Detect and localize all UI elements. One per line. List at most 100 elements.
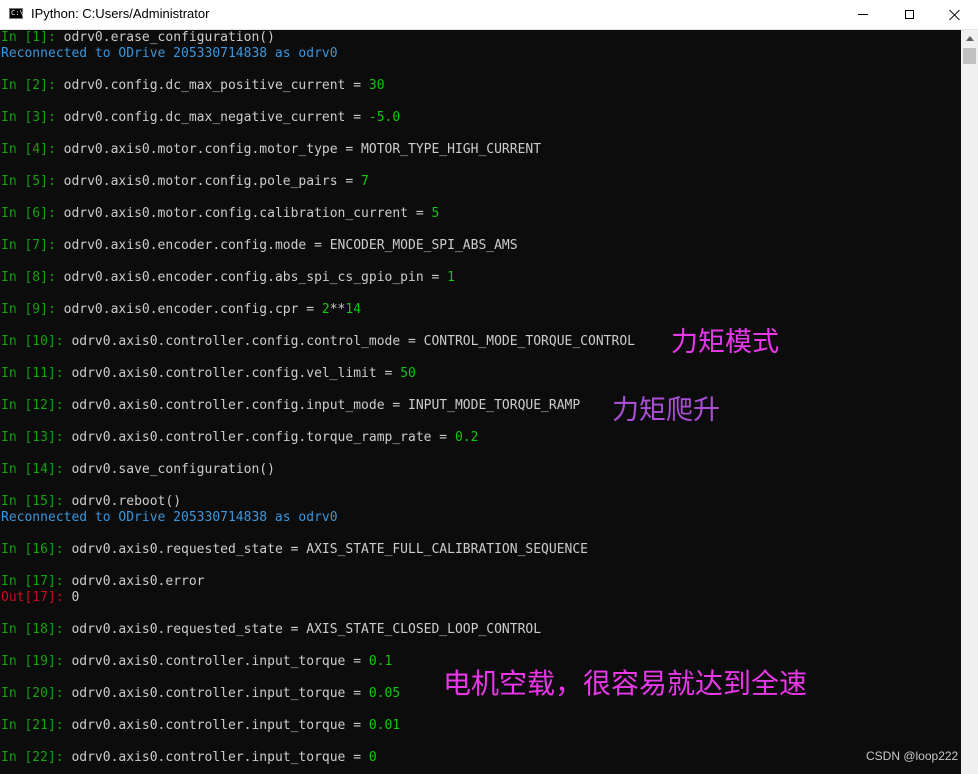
console-line: In [8]: odrv0.axis0.encoder.config.abs_s… <box>1 270 455 286</box>
value-literal: -5.0 <box>368 110 401 125</box>
console-line: In [5]: odrv0.axis0.motor.config.pole_pa… <box>1 174 369 190</box>
code-text: odrv0.save_configuration() <box>71 462 275 477</box>
value-literal: 0 <box>368 750 377 765</box>
input-prompt: In [19]: <box>1 654 72 669</box>
minimize-button[interactable] <box>840 0 886 29</box>
terminal-icon: C:\ <box>9 8 24 19</box>
input-prompt: In [10]: <box>1 334 72 349</box>
annotation-no-load: 电机空载，很容易就达到全速 <box>443 667 808 700</box>
output-value: 0 <box>71 590 80 605</box>
code-text: odrv0.config.dc_max_negative_current = <box>63 110 369 125</box>
maximize-button[interactable] <box>886 0 932 29</box>
console-line: In [20]: odrv0.axis0.controller.input_to… <box>1 686 400 702</box>
input-prompt: In [14]: <box>1 462 72 477</box>
reconnect-message: Reconnected to ODrive 205330714838 as od… <box>1 510 338 525</box>
input-prompt: In [2]: <box>1 78 64 93</box>
code-text: odrv0.axis0.controller.config.torque_ram… <box>71 430 455 445</box>
value-literal: 0.05 <box>368 686 401 701</box>
console-line: In [19]: odrv0.axis0.controller.input_to… <box>1 654 392 670</box>
value-literal: 2 <box>321 302 330 317</box>
watermark: CSDN @loop222 <box>866 749 959 763</box>
input-prompt: In [6]: <box>1 206 64 221</box>
maximize-icon <box>904 10 914 19</box>
value-literal: 7 <box>361 174 369 189</box>
console-line: In [2]: odrv0.config.dc_max_positive_cur… <box>1 78 385 94</box>
value-literal: 50 <box>400 366 416 381</box>
value-literal: 30 <box>368 78 385 93</box>
code-text: odrv0.axis0.controller.config.input_mode… <box>71 398 581 413</box>
console-line: In [17]: odrv0.axis0.error <box>1 574 205 590</box>
reconnect-message: Reconnected to ODrive 205330714838 as od… <box>1 46 338 61</box>
code-text: odrv0.axis0.requested_state = AXIS_STATE… <box>71 542 589 557</box>
console-line: In [14]: odrv0.save_configuration() <box>1 462 275 478</box>
code-text: odrv0.axis0.motor.config.motor_type = MO… <box>63 142 542 157</box>
close-icon <box>949 9 961 21</box>
value-literal: 5 <box>431 206 440 221</box>
code-text: odrv0.axis0.motor.config.calibration_cur… <box>63 206 432 221</box>
input-prompt: In [1]: <box>1 30 64 45</box>
code-text: odrv0.axis0.encoder.config.cpr = <box>63 302 322 317</box>
input-prompt: In [4]: <box>1 142 64 157</box>
code-text: odrv0.axis0.controller.input_torque = <box>71 686 369 701</box>
code-text: odrv0.axis0.encoder.config.mode = ENCODE… <box>63 238 518 253</box>
input-prompt: In [13]: <box>1 430 72 445</box>
code-text: odrv0.axis0.controller.config.control_mo… <box>71 334 635 349</box>
value-literal: 14 <box>345 302 362 317</box>
console-line: In [1]: odrv0.erase_configuration() <box>1 30 275 46</box>
console-line: In [21]: odrv0.axis0.controller.input_to… <box>1 718 400 734</box>
console-line: In [4]: odrv0.axis0.motor.config.motor_t… <box>1 142 541 158</box>
window-title: IPython: C:Users/Administrator <box>31 6 210 21</box>
input-prompt: In [11]: <box>1 366 72 381</box>
code-text: odrv0.axis0.requested_state = AXIS_STATE… <box>71 622 542 637</box>
console-line: In [10]: odrv0.axis0.controller.config.c… <box>1 334 635 350</box>
console-line: In [6]: odrv0.axis0.motor.config.calibra… <box>1 206 439 222</box>
input-prompt: In [17]: <box>1 574 72 589</box>
input-prompt: In [3]: <box>1 110 64 125</box>
code-text: odrv0.axis0.controller.input_torque = <box>71 750 369 765</box>
power-operator: ** <box>329 302 346 317</box>
scroll-thumb[interactable] <box>963 48 976 64</box>
code-text: odrv0.axis0.motor.config.pole_pairs = <box>63 174 362 189</box>
input-prompt: In [16]: <box>1 542 72 557</box>
console-line: In [12]: odrv0.axis0.controller.config.i… <box>1 398 580 414</box>
minimize-icon <box>858 14 868 15</box>
output-prompt: Out[17]: <box>1 590 72 605</box>
input-prompt: In [22]: <box>1 750 72 765</box>
console-line: In [11]: odrv0.axis0.controller.config.v… <box>1 366 416 382</box>
console-line: In [7]: odrv0.axis0.encoder.config.mode … <box>1 238 518 254</box>
console-line: In [3]: odrv0.config.dc_max_negative_cur… <box>1 110 400 126</box>
title-bar: C:\ IPython: C:Users/Administrator <box>0 0 978 30</box>
code-text: odrv0.axis0.controller.input_torque = <box>71 654 369 669</box>
value-literal: 0.2 <box>454 430 479 445</box>
console-line: In [16]: odrv0.axis0.requested_state = A… <box>1 542 588 558</box>
input-prompt: In [21]: <box>1 718 72 733</box>
input-prompt: In [20]: <box>1 686 72 701</box>
input-prompt: In [9]: <box>1 302 64 317</box>
code-text: odrv0.reboot() <box>71 494 182 509</box>
console-line: In [18]: odrv0.axis0.requested_state = A… <box>1 622 541 638</box>
console-line: In [9]: odrv0.axis0.encoder.config.cpr =… <box>1 302 361 318</box>
input-prompt: In [8]: <box>1 270 64 285</box>
code-text: odrv0.config.dc_max_positive_current = <box>63 78 369 93</box>
input-prompt: In [7]: <box>1 238 64 253</box>
console-line: In [15]: odrv0.reboot() <box>1 494 181 510</box>
code-text: odrv0.erase_configuration() <box>63 30 275 45</box>
console-line: In [13]: odrv0.axis0.controller.config.t… <box>1 430 478 446</box>
annotation-torque-ramp: 力矩爬升 <box>612 395 720 426</box>
value-literal: 1 <box>447 270 455 285</box>
code-text: odrv0.axis0.encoder.config.abs_spi_cs_gp… <box>63 270 448 285</box>
scroll-up-button[interactable] <box>961 30 978 47</box>
arrow-up-icon <box>965 36 974 41</box>
output-line: Out[17]: 0 <box>1 590 79 606</box>
console-line: In [22]: odrv0.axis0.controller.input_to… <box>1 750 377 766</box>
close-button[interactable] <box>932 0 978 29</box>
value-literal: 0.01 <box>368 718 401 733</box>
input-prompt: In [5]: <box>1 174 64 189</box>
code-text: odrv0.axis0.error <box>71 574 205 589</box>
code-text: odrv0.axis0.controller.input_torque = <box>71 718 369 733</box>
input-prompt: In [18]: <box>1 622 72 637</box>
vertical-scrollbar[interactable] <box>961 30 978 774</box>
annotation-torque-mode: 力矩模式 <box>671 327 779 358</box>
input-prompt: In [15]: <box>1 494 72 509</box>
input-prompt: In [12]: <box>1 398 72 413</box>
